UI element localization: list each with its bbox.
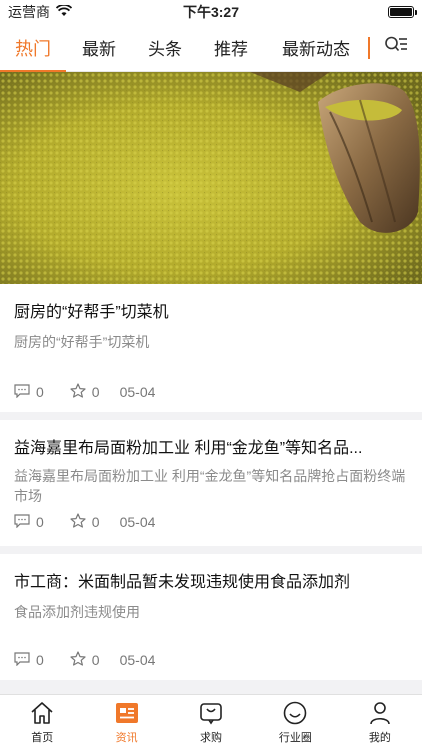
article-date: 05-04 — [119, 384, 156, 400]
nav-profile-label: 我的 — [368, 732, 391, 744]
category-tabs: 热门 最新 头条 推荐 最新动态 — [0, 24, 422, 73]
star-icon — [70, 383, 86, 401]
comment-count[interactable]: 0 — [14, 651, 44, 669]
nav-home[interactable]: 首页 — [0, 695, 84, 750]
like-count-value: 0 — [91, 652, 100, 668]
article-card[interactable]: 厨房的“好帮手”切菜机 厨房的“好帮手”切菜机 0 0 05-04 — [0, 284, 422, 412]
article-date: 05-04 — [119, 652, 156, 668]
article-title[interactable]: 市工商：米面制品暂未发现违规使用食品添加剂 — [14, 572, 408, 594]
tab-hot[interactable]: 热门 — [0, 24, 66, 73]
like-count-value: 0 — [91, 514, 100, 530]
article-meta: 0 0 05-04 — [14, 382, 408, 402]
article-card[interactable]: 市工商：米面制品暂未发现违规使用食品添加剂 食品添加剂违规使用 0 0 05-0… — [0, 554, 422, 680]
article-card[interactable]: 益海嘉里布局面粉加工业 利用“金龙鱼”等知名品... 益海嘉里布局面粉加工业 利… — [0, 420, 422, 546]
comment-count-value: 0 — [36, 384, 44, 400]
article-title[interactable]: 厨房的“好帮手”切菜机 — [14, 302, 408, 324]
news-icon — [114, 700, 140, 726]
carrier-label: 运营商 — [8, 4, 50, 20]
bottom-nav: 首页 资讯 求购 行业圈 我的 — [0, 694, 422, 750]
divider — [0, 680, 422, 688]
like-count-value: 0 — [91, 384, 100, 400]
nav-community[interactable]: 行业圈 — [253, 695, 337, 750]
star-icon — [70, 651, 86, 669]
comment-count[interactable]: 0 — [14, 383, 44, 401]
article-meta: 0 0 05-04 — [14, 650, 408, 670]
divider — [0, 412, 422, 420]
search-list-icon — [384, 35, 408, 60]
tab-headlines[interactable]: 头条 — [132, 24, 198, 72]
article-meta: 0 0 05-04 — [14, 512, 408, 532]
nav-purchase-label: 求购 — [200, 732, 223, 744]
hero-image[interactable] — [0, 72, 422, 284]
nav-purchase[interactable]: 求购 — [169, 695, 253, 750]
comment-icon — [14, 513, 30, 531]
article-title[interactable]: 益海嘉里布局面粉加工业 利用“金龙鱼”等知名品... — [14, 438, 408, 460]
comment-icon — [14, 651, 30, 669]
smile-circle-icon — [282, 700, 308, 726]
news-feed[interactable]: 厨房的“好帮手”切菜机 厨房的“好帮手”切菜机 0 0 05-04 益海嘉里布局… — [0, 72, 422, 694]
nav-community-label: 行业圈 — [278, 732, 312, 744]
nav-profile[interactable]: 我的 — [338, 695, 422, 750]
article-summary: 厨房的“好帮手”切菜机 — [14, 334, 150, 350]
shopping-bag-icon — [198, 700, 224, 726]
like-count[interactable]: 0 — [70, 651, 100, 669]
comment-icon — [14, 383, 30, 401]
nav-news-label: 资讯 — [115, 732, 138, 744]
nav-news[interactable]: 资讯 — [84, 695, 168, 750]
comment-count-value: 0 — [36, 652, 44, 668]
battery-fill — [390, 8, 412, 16]
status-left: 运营商 — [8, 2, 73, 22]
nav-home-label: 首页 — [31, 732, 54, 744]
like-count[interactable]: 0 — [70, 383, 100, 401]
tab-latest-news[interactable]: 最新动态 — [264, 24, 368, 72]
person-icon — [367, 700, 393, 726]
divider — [0, 546, 422, 554]
article-summary: 益海嘉里布局面粉加工业 利用“金龙鱼”等知名品牌抢占面粉终端市场 — [14, 468, 406, 504]
star-icon — [70, 513, 86, 531]
status-bar: 运营商 下午3:27 — [0, 0, 422, 24]
tab-latest[interactable]: 最新 — [66, 24, 132, 72]
article-summary: 食品添加剂违规使用 — [14, 604, 140, 620]
comment-count[interactable]: 0 — [14, 513, 44, 531]
menu-search-button[interactable] — [370, 24, 422, 72]
like-count[interactable]: 0 — [70, 513, 100, 531]
tab-recommended[interactable]: 推荐 — [198, 24, 264, 72]
battery-icon — [388, 6, 417, 18]
wifi-icon — [55, 4, 73, 20]
article-date: 05-04 — [119, 514, 156, 530]
home-icon — [29, 700, 55, 726]
comment-count-value: 0 — [36, 514, 44, 530]
